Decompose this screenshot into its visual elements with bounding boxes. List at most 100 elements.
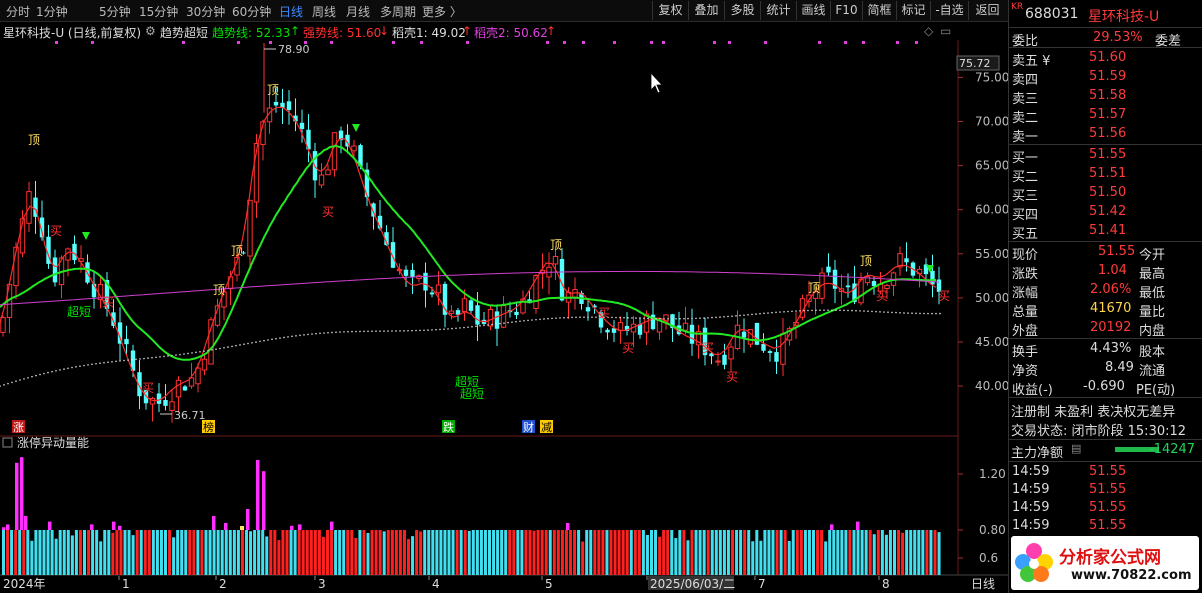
back-button[interactable]: 返回 xyxy=(968,1,1006,20)
husk1-dot xyxy=(571,316,573,319)
volume-bar xyxy=(394,530,398,575)
remove-watchlist-button[interactable]: -自选 xyxy=(930,1,968,20)
limit-up-bar xyxy=(15,462,19,530)
husk1-dot xyxy=(487,324,489,326)
period-tab-monthly[interactable]: 月线 xyxy=(346,3,370,20)
bid-row-2[interactable]: 买二 51.51 xyxy=(1009,165,1202,185)
ask-row-5[interactable]: 卖五 ¥ 51.60 xyxy=(1009,49,1202,69)
husk1-dot xyxy=(239,344,241,346)
volume-bar xyxy=(91,530,95,575)
volume-bar xyxy=(492,530,496,575)
draw-line-button[interactable]: 画线 xyxy=(796,1,830,20)
husk1-dot xyxy=(3,384,5,386)
stock-code[interactable]: 688031 xyxy=(1025,6,1078,22)
price-tick-label: 45.00 xyxy=(975,335,1008,349)
husk1-dot xyxy=(867,310,869,313)
main-flow-row[interactable]: 主力净额 ▤ -14247 xyxy=(1009,441,1202,461)
husk1-dot xyxy=(279,337,281,339)
candle-body xyxy=(318,174,325,186)
period-tab-multi[interactable]: 多周期 xyxy=(380,3,416,20)
bid-row-4[interactable]: 买四 51.42 xyxy=(1009,203,1202,223)
husk1-dot xyxy=(95,362,97,365)
quote-label-2: 量比 xyxy=(1139,305,1166,320)
indicator-husk1: 稻壳1: 49.02 xyxy=(392,26,466,40)
diamond-icon[interactable]: ◇ xyxy=(924,24,933,38)
stock-name[interactable]: 星环科技-U xyxy=(1088,6,1159,26)
period-tab-1min[interactable]: 1分钟 xyxy=(36,3,68,20)
multi-stock-button[interactable]: 多股 xyxy=(724,1,760,20)
husk1-dot xyxy=(99,362,101,365)
period-tab-5min[interactable]: 5分钟 xyxy=(99,3,131,20)
tick-row: 14:59 51.55 xyxy=(1009,463,1202,481)
volume-bar xyxy=(528,530,532,575)
limit-up-marker xyxy=(240,526,244,530)
period-tab-weekly[interactable]: 周线 xyxy=(312,3,336,20)
bid-row-3[interactable]: 买三 51.50 xyxy=(1009,184,1202,204)
volume-bar xyxy=(180,530,184,575)
stat-label-2: 流通 xyxy=(1139,364,1166,379)
bid-label: 买一 xyxy=(1012,151,1039,166)
husk1-dot xyxy=(191,352,193,354)
husk1-dot xyxy=(727,315,729,318)
bid-row-1[interactable]: 买一 51.55 xyxy=(1009,146,1202,166)
bid-label: 买五 xyxy=(1012,227,1039,242)
husk1-dot xyxy=(887,311,889,314)
period-tab-15min[interactable]: 15分钟 xyxy=(139,3,178,20)
simple-frame-button[interactable]: 简框 xyxy=(862,1,896,20)
husk1-dot xyxy=(747,313,749,316)
husk1-dot xyxy=(691,317,693,320)
husk1-dot xyxy=(423,329,425,332)
signal-label: 买 xyxy=(876,289,888,303)
volume-bar xyxy=(686,540,690,575)
signal-dot xyxy=(862,41,865,44)
list-icon[interactable]: ▤ xyxy=(1071,442,1081,455)
husk1-dot xyxy=(803,309,805,312)
volume-bar xyxy=(427,530,431,575)
sub-tick-label: 0.6 xyxy=(979,551,998,565)
indicator-settings-icon[interactable]: ⚙ xyxy=(145,24,156,38)
f10-button[interactable]: F10 xyxy=(830,1,862,20)
husk1-dot xyxy=(443,328,445,330)
ask-row-2[interactable]: 卖二 51.57 xyxy=(1009,106,1202,126)
overlay-button[interactable]: 叠加 xyxy=(688,1,724,20)
volume-bar xyxy=(913,530,917,575)
price-tick-label: 40.00 xyxy=(975,379,1008,393)
statistics-button[interactable]: 统计 xyxy=(760,1,796,20)
volume-bar xyxy=(872,534,876,575)
volume-bar xyxy=(42,530,46,575)
period-tab-intraday[interactable]: 分时 xyxy=(6,3,30,20)
bid-row-5[interactable]: 买五 51.41 xyxy=(1009,222,1202,242)
quote-value: 2.06% xyxy=(1090,282,1132,297)
husk1-dot xyxy=(671,317,673,320)
husk1-dot xyxy=(795,310,797,312)
volume-bar xyxy=(560,530,564,575)
volume-bar xyxy=(159,530,163,575)
candle-body xyxy=(494,311,500,329)
period-tab-more[interactable]: 更多 〉 xyxy=(422,3,462,20)
volume-bar xyxy=(103,530,107,575)
mark-button[interactable]: 标记 xyxy=(896,1,930,20)
ask-row-3[interactable]: 卖三 51.58 xyxy=(1009,87,1202,107)
kline-chart[interactable]: 75.00 70.00 65.00 60.00 55.00 50.00 45.00 40.00… xyxy=(0,0,1008,593)
signal-dot xyxy=(91,41,94,44)
husk1-dot xyxy=(159,356,161,358)
sub-panel-settings-icon xyxy=(2,437,13,448)
quote-label: 总量 xyxy=(1012,305,1039,320)
husk1-dot xyxy=(411,329,413,332)
husk1-dot xyxy=(323,332,325,334)
volume-bar xyxy=(552,530,556,575)
ask-row-1[interactable]: 卖一 51.56 xyxy=(1009,125,1202,145)
window-icon[interactable]: ▭ xyxy=(940,24,951,38)
husk1-dot xyxy=(591,316,593,318)
ask-row-4[interactable]: 卖四 51.59 xyxy=(1009,68,1202,88)
volume-bar xyxy=(87,530,91,575)
candle-body xyxy=(728,346,734,360)
period-tab-60min[interactable]: 60分钟 xyxy=(232,3,271,20)
indicator-name[interactable]: 趋势超短 xyxy=(160,24,208,41)
volume-bar xyxy=(520,530,524,575)
volume-bar xyxy=(151,530,155,575)
period-tab-30min[interactable]: 30分钟 xyxy=(186,3,225,20)
restore-right-button[interactable]: 复权 xyxy=(652,1,688,20)
volume-bar xyxy=(123,530,127,575)
period-tab-daily[interactable]: 日线 xyxy=(279,3,303,20)
